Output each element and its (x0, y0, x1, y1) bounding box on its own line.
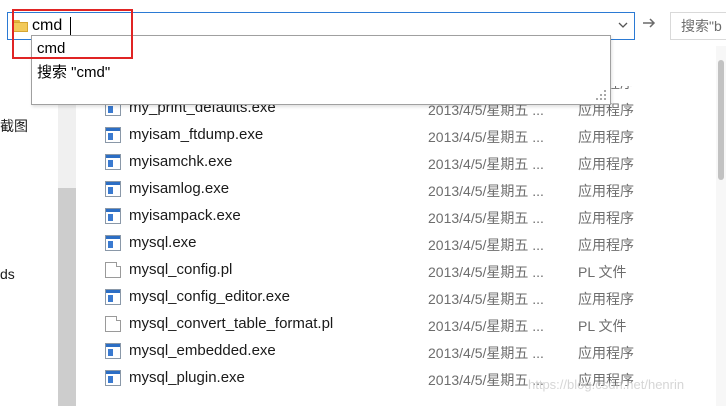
file-row[interactable]: myisamlog.exe 2013/4/5/星期五 ... 应用程序 (76, 176, 726, 203)
file-type: 应用程序 (578, 291, 634, 307)
file-row[interactable]: myisam_ftdump.exe 2013/4/5/星期五 ... 应用程序 (76, 122, 726, 149)
resize-grip-icon[interactable] (594, 90, 608, 102)
file-row[interactable]: myisamchk.exe 2013/4/5/星期五 ... 应用程序 (76, 149, 726, 176)
file-name: mysql_plugin.exe (129, 369, 245, 386)
nav-scrollbar-thumb[interactable] (58, 188, 76, 406)
doc-icon (105, 316, 121, 332)
doc-icon (105, 262, 121, 278)
file-row[interactable]: mysql_convert_table_format.pl 2013/4/5/星期… (76, 311, 726, 338)
file-modified-date: 2013/4/5/星期五 ... (428, 264, 544, 280)
arrow-right-icon (643, 18, 656, 28)
file-modified-date: 2013/4/5/星期五 ... (428, 129, 544, 145)
folder-icon (13, 20, 28, 32)
file-name: myisampack.exe (129, 207, 241, 224)
search-input[interactable] (681, 16, 726, 36)
file-name: mysql.exe (129, 234, 197, 251)
exe-icon (105, 343, 121, 359)
file-name: mysql_embedded.exe (129, 342, 276, 359)
file-name: mysql_config_editor.exe (129, 288, 290, 305)
watermark: https://blog.csdn.net/henrin (528, 377, 685, 392)
chevron-down-icon[interactable] (616, 19, 630, 33)
file-type: PL 文件 (578, 318, 627, 334)
exe-icon (105, 289, 121, 305)
address-autocomplete: cmd 搜索 "cmd" (31, 35, 611, 105)
exe-icon (105, 127, 121, 143)
scrollbar-thumb[interactable] (718, 60, 724, 180)
file-name: myisamchk.exe (129, 153, 233, 170)
file-name: mysql_convert_table_format.pl (129, 315, 334, 332)
autocomplete-item[interactable]: cmd (37, 38, 65, 60)
file-modified-date: 2013/4/5/星期五 ... (428, 237, 544, 253)
file-row[interactable]: mysql_config.pl 2013/4/5/星期五 ... PL 文件 (76, 257, 726, 284)
file-type: 应用程序 (578, 210, 634, 226)
file-type: 应用程序 (578, 183, 634, 199)
nav-item-label[interactable]: 截图 (0, 116, 28, 136)
file-modified-date: 2013/4/5/星期五 ... (428, 291, 544, 307)
file-modified-date: 2013/4/5/星期五 ... (428, 318, 544, 334)
file-name: mysql_config.pl (129, 261, 233, 278)
file-modified-date: 2013/4/5/星期五 ... (428, 156, 544, 172)
file-type: 应用程序 (578, 129, 634, 145)
exe-icon (105, 181, 121, 197)
exe-icon (105, 370, 121, 386)
file-type: 应用程序 (578, 156, 634, 172)
go-button[interactable] (638, 14, 660, 38)
exe-icon (105, 235, 121, 251)
search-box[interactable] (670, 12, 726, 40)
file-name: myisam_ftdump.exe (129, 126, 264, 143)
file-modified-date: 2013/4/5/星期五 ... (428, 372, 544, 388)
file-row[interactable]: mysql_embedded.exe 2013/4/5/星期五 ... 应用程序 (76, 338, 726, 365)
file-row[interactable]: mysql_config_editor.exe 2013/4/5/星期五 ... 应… (76, 284, 726, 311)
file-list: innochecksum.exe2013/4/5/星期五 ...应用程序my_p… (76, 86, 726, 406)
file-modified-date: 2013/4/5/星期五 ... (428, 183, 544, 199)
file-modified-date: 2013/4/5/星期五 ... (428, 210, 544, 226)
exe-icon (105, 154, 121, 170)
file-type: 应用程序 (578, 237, 634, 253)
file-type: 应用程序 (578, 345, 634, 361)
file-row[interactable]: myisampack.exe 2013/4/5/星期五 ... 应用程序 (76, 203, 726, 230)
autocomplete-search-item[interactable]: 搜索 "cmd" (37, 62, 110, 84)
text-caret (70, 17, 71, 36)
file-modified-date: 2013/4/5/星期五 ... (428, 345, 544, 361)
file-type: PL 文件 (578, 264, 627, 280)
file-name: myisamlog.exe (129, 180, 230, 197)
file-row[interactable]: mysql.exe 2013/4/5/星期五 ... 应用程序 (76, 230, 726, 257)
nav-item-label[interactable]: ds (0, 266, 15, 282)
exe-icon (105, 208, 121, 224)
